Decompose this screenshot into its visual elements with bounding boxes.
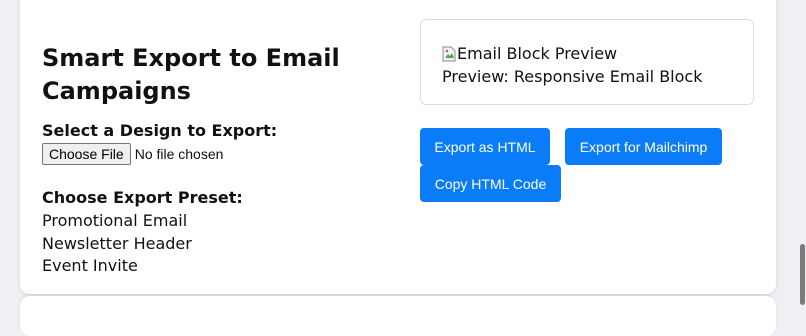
export-mailchimp-button[interactable]: Export for Mailchimp [565,128,722,165]
file-status-text: No file chosen [134,146,224,162]
copy-html-button[interactable]: Copy HTML Code [420,165,561,202]
preview-caption: Preview: Responsive Email Block [442,67,703,86]
select-design-label: Select a Design to Export: [42,121,278,140]
preview-box: Email Block Preview Preview: Responsive … [420,19,754,105]
preview-image: Email Block Preview [442,44,617,63]
preset-option[interactable]: Event Invite [42,255,192,278]
preset-list: Promotional Email Newsletter Header Even… [42,210,192,278]
export-preset-label: Choose Export Preset: [42,188,243,207]
broken-image-icon [442,46,456,61]
preset-option[interactable]: Newsletter Header [42,233,192,256]
scrollbar[interactable] [800,0,806,305]
choose-file-button[interactable]: Choose File [42,143,131,165]
section-title: Smart Export to Email Campaigns [42,44,340,105]
file-input[interactable]: Choose File No file chosen [42,143,223,165]
scrollbar-thumb[interactable] [800,244,805,305]
preset-option[interactable]: Promotional Email [42,210,192,233]
export-html-button[interactable]: Export as HTML [420,128,550,165]
next-card [20,296,776,336]
preview-image-alt: Email Block Preview [457,44,618,63]
